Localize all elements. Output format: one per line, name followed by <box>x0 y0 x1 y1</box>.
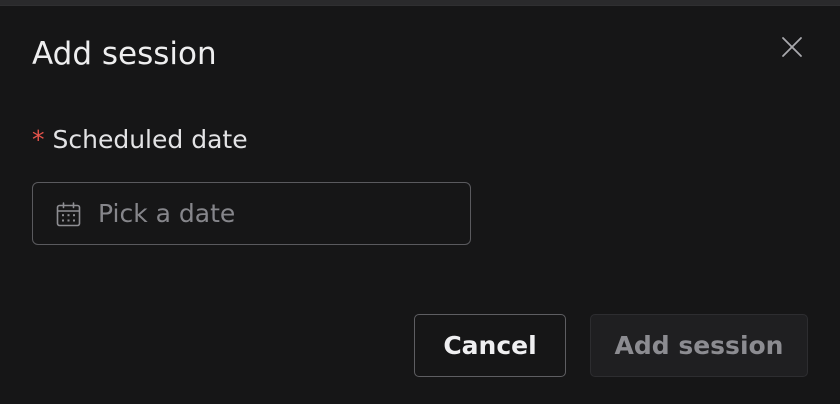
cancel-button[interactable]: Cancel <box>414 314 566 377</box>
add-session-button[interactable]: Add session <box>590 314 808 377</box>
close-icon <box>782 37 802 57</box>
scheduled-date-label: * Scheduled date <box>32 124 248 156</box>
scheduled-date-label-text: Scheduled date <box>52 125 248 154</box>
required-marker: * <box>32 125 45 154</box>
scheduled-date-picker[interactable]: Pick a date <box>32 182 471 245</box>
dialog-title: Add session <box>32 36 217 72</box>
add-session-dialog: Add session * Scheduled date Pick a date … <box>0 5 840 404</box>
close-button[interactable] <box>776 31 808 63</box>
calendar-icon <box>56 202 81 227</box>
date-placeholder: Pick a date <box>98 199 236 228</box>
